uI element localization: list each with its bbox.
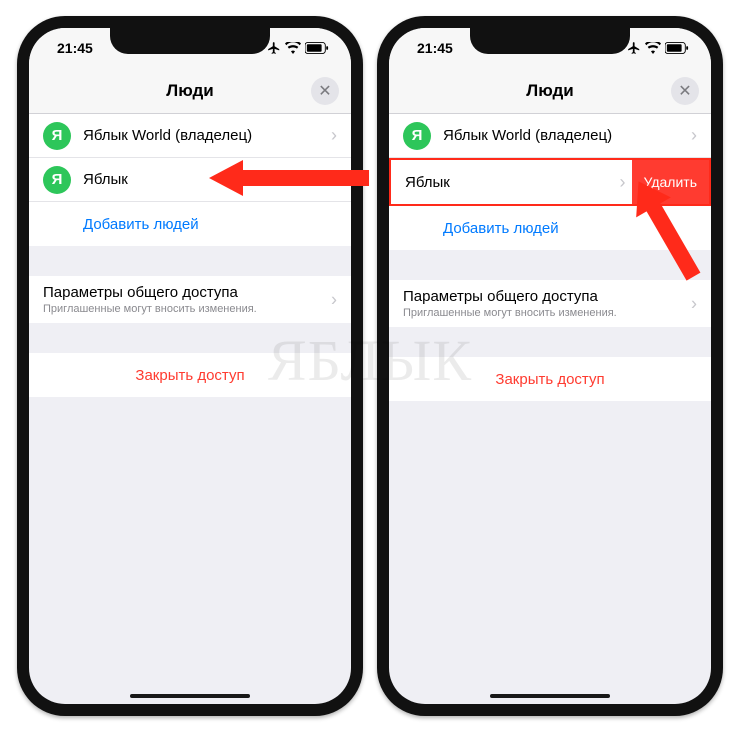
home-indicator[interactable]: [490, 694, 610, 698]
owner-name: Яблык World (владелец): [83, 127, 331, 144]
add-people-button[interactable]: Добавить людей: [29, 202, 351, 246]
settings-title: Параметры общего доступа: [403, 288, 598, 305]
status-time: 21:45: [57, 40, 93, 56]
spacer: [29, 323, 351, 353]
wifi-icon: [285, 42, 301, 54]
airplane-icon: [627, 41, 641, 55]
nav-bar: Люди ✕: [29, 68, 351, 114]
settings-subtitle: Приглашенные могут вносить изменения.: [403, 307, 617, 319]
phone-right: 21:45 Люди ✕ Я Яблык World (владелец) ›: [377, 16, 723, 716]
battery-icon: [305, 42, 329, 54]
status-time: 21:45: [417, 40, 453, 56]
screen: 21:45 Люди ✕ Я Яблык World (владелец) ›: [29, 28, 351, 704]
close-access-section: Закрыть доступ: [29, 353, 351, 397]
chevron-right-icon: ›: [691, 293, 697, 314]
close-access-button[interactable]: Закрыть доступ: [29, 353, 351, 397]
annotation-arrow-left: [209, 156, 369, 200]
screen: 21:45 Люди ✕ Я Яблык World (владелец) ›: [389, 28, 711, 704]
chevron-right-icon: ›: [620, 172, 626, 193]
member-name: Яблык: [405, 174, 620, 191]
phone-left: 21:45 Люди ✕ Я Яблык World (владелец) ›: [17, 16, 363, 716]
wifi-icon: [645, 42, 661, 54]
avatar: Я: [43, 122, 71, 150]
add-people-label: Добавить людей: [83, 216, 199, 233]
settings-subtitle: Приглашенные могут вносить изменения.: [43, 303, 257, 315]
chevron-right-icon: ›: [691, 125, 697, 146]
sharing-settings-row[interactable]: Параметры общего доступа Приглашенные мо…: [29, 276, 351, 323]
close-icon: ✕: [318, 81, 331, 101]
close-access-section: Закрыть доступ: [389, 357, 711, 401]
settings-section: Параметры общего доступа Приглашенные мо…: [29, 276, 351, 323]
close-access-label: Закрыть доступ: [495, 371, 604, 388]
annotation-arrow-up: [631, 174, 701, 284]
spacer: [29, 246, 351, 276]
chevron-right-icon: ›: [331, 289, 337, 310]
notch: [470, 28, 630, 54]
airplane-icon: [267, 41, 281, 55]
sharing-settings-row[interactable]: Параметры общего доступа Приглашенные мо…: [389, 280, 711, 327]
status-icons: [267, 41, 329, 55]
close-access-button[interactable]: Закрыть доступ: [389, 357, 711, 401]
close-access-label: Закрыть доступ: [135, 367, 244, 384]
status-icons: [627, 41, 689, 55]
close-button[interactable]: ✕: [671, 77, 699, 105]
nav-bar: Люди ✕: [389, 68, 711, 114]
owner-name: Яблык World (владелец): [443, 127, 691, 144]
add-people-label: Добавить людей: [443, 220, 559, 237]
owner-row[interactable]: Я Яблык World (владелец) ›: [389, 114, 711, 158]
battery-icon: [665, 42, 689, 54]
owner-row[interactable]: Я Яблык World (владелец) ›: [29, 114, 351, 158]
home-indicator[interactable]: [130, 694, 250, 698]
spacer: [389, 327, 711, 357]
avatar: Я: [403, 122, 431, 150]
settings-section: Параметры общего доступа Приглашенные мо…: [389, 280, 711, 327]
close-icon: ✕: [678, 81, 691, 101]
close-button[interactable]: ✕: [311, 77, 339, 105]
settings-title: Параметры общего доступа: [43, 284, 238, 301]
notch: [110, 28, 270, 54]
avatar: Я: [43, 166, 71, 194]
nav-title: Люди: [526, 81, 573, 101]
nav-title: Люди: [166, 81, 213, 101]
chevron-right-icon: ›: [331, 125, 337, 146]
